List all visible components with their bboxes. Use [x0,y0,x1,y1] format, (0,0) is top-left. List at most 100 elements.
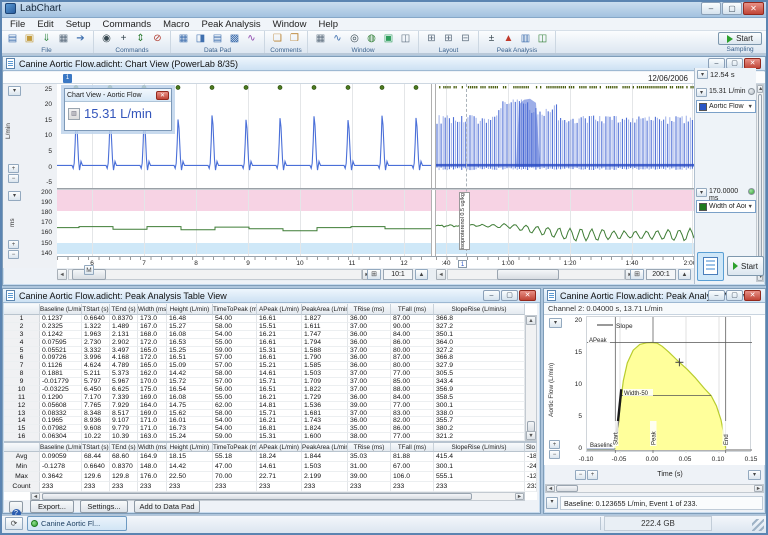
layout-two-pane-icon[interactable]: ⊞ [424,32,439,46]
peak-plot[interactable]: SlopeAPeakWidth-50BaselineStartPeakEnd [586,316,751,452]
peak-options-icon[interactable]: ± [484,32,499,46]
peak-horizontal-scrollbar[interactable]: ◄ ► [545,484,764,493]
start-button[interactable]: Start [727,256,764,276]
maximize-button[interactable]: ▢ [722,2,742,15]
column-header[interactable]: TRise (ms) [348,443,391,452]
peak-datapad-icon[interactable]: ◫ [535,32,550,46]
datapad-record-button[interactable] [697,252,724,281]
xy-view-icon[interactable]: ◍ [364,32,379,46]
chart-view-icon[interactable]: ∿ [330,32,345,46]
close-icon[interactable]: ✕ [519,290,536,301]
column-header[interactable]: Baseline (L/min) [40,304,82,315]
clear-icon[interactable]: ⊘ [150,32,165,46]
column-header[interactable]: TFall (ms) [391,443,434,452]
comment-marker[interactable]: 1 [63,74,72,83]
mark-icon[interactable]: ⇕ [133,32,148,46]
tooltip-mode-icon[interactable]: ▥ [68,108,80,120]
peak-view-icon[interactable]: ▲ [501,32,516,46]
table-row[interactable]: 60.097263.9964.168172.016.5157.0016.611.… [4,354,537,362]
column-header[interactable]: Width (ms) [138,304,167,315]
resize-grip[interactable] [752,519,764,531]
zoom-in-button[interactable]: + [8,240,19,249]
table-row[interactable]: 70.11264.6244.789165.015.0957.0015.211.5… [4,362,537,370]
datapad-row-icon[interactable]: ▤ [210,32,225,46]
column-header[interactable]: SlopeRise (L/min/s) [434,304,525,315]
table-row[interactable]: 9-0.017795.7975.967170.015.7257.0015.711… [4,378,537,386]
new-file-icon[interactable]: ▤ [5,32,20,46]
export-icon[interactable]: ➔ [73,32,88,46]
time-display-menu-button[interactable]: ▾ [697,70,708,79]
column-header[interactable]: PeakArea (L/min.s) [302,443,348,452]
document-tab-button[interactable]: Canine Aortic Fl... [27,516,127,531]
chart-window-titlebar[interactable]: Canine Aortic Flow.adicht: Chart View (P… [3,57,765,71]
table-row[interactable]: 150.079829.6089.779171.016.7354.0016.811… [4,425,537,433]
datapad-view-icon[interactable]: ▦ [176,32,191,46]
menu-edit[interactable]: Edit [31,18,59,31]
column-header[interactable]: TStart (s) [82,304,110,315]
maximize-button[interactable]: ▢ [501,290,518,301]
column-header[interactable]: TimeToPeak (ms) [213,304,257,315]
peak-table-icon[interactable]: ▥ [518,32,533,46]
peak-axis-menu-button[interactable]: ▾ [748,470,761,480]
minimize-button[interactable]: – [483,290,500,301]
menu-setup[interactable]: Setup [60,18,97,31]
menu-file[interactable]: File [4,18,31,31]
close-icon[interactable]: ✕ [156,91,169,100]
column-header[interactable]: Slo [525,443,537,452]
table-row[interactable]: 50.055213.3323.497165.015.2559.0015.311.… [4,347,537,355]
column-header[interactable]: Width (ms) [138,443,167,452]
print-icon[interactable]: ▦ [56,32,71,46]
comment-number-box[interactable]: 1 [458,260,467,268]
import-icon[interactable]: ⇓ [39,32,54,46]
channel2-selector[interactable]: Width of Aortic ... ▼ [696,200,756,213]
pan-left-button[interactable]: − [575,470,586,480]
compression-mode-button[interactable]: ⊞ [367,269,381,280]
minimize-button[interactable]: – [708,290,725,301]
add-comment-icon[interactable]: ❏ [270,32,285,46]
mini-chart-icon[interactable]: ∿ [244,32,259,46]
channel1-selector[interactable]: Aortic Flow ▼ [696,100,756,113]
event-menu-button[interactable]: ▾ [546,497,558,509]
scroll-thumb[interactable] [497,269,559,280]
compression-mode-button[interactable]: ⊞ [630,269,644,280]
menu-help[interactable]: Help [312,18,344,31]
table-row[interactable]: 30.12421.9632.131168.016.0854.0016.211.7… [4,331,537,339]
vertical-scrollbar[interactable]: ▲ ▼ [756,84,764,282]
column-header[interactable]: TRise (ms) [348,304,391,315]
minimize-button[interactable]: – [701,2,721,15]
close-button[interactable]: ✕ [743,2,764,15]
start-sampling-button[interactable]: Start [718,32,762,45]
table-row[interactable]: 120.056087.7657.929164.014.7562.0014.811… [4,402,537,410]
window-cycle-icon[interactable]: ⟳ [5,517,23,530]
zoom-in-button[interactable]: + [549,440,560,449]
column-header[interactable] [4,443,40,452]
select-icon[interactable]: + [116,32,131,46]
column-header[interactable]: SlopeRise (L/min/s) [434,443,525,452]
column-header[interactable]: TEnd (s) [110,443,138,452]
menu-commands[interactable]: Commands [97,18,158,31]
scroll-left-arrow[interactable]: ◄ [57,269,67,280]
menu-peak-analysis[interactable]: Peak Analysis [196,18,267,31]
layout-four-pane-icon[interactable]: ⊞ [441,32,456,46]
column-header[interactable]: TStart (s) [82,443,110,452]
channel1-menu-button[interactable]: ▾ [8,86,21,96]
channel2-menu-button[interactable]: ▾ [8,191,21,201]
column-header[interactable]: APeak (L/min) [257,304,302,315]
table-row[interactable]: 10-0.032256.4506.625175.016.5456.0016.51… [4,386,537,394]
datapad-options-icon[interactable]: ▩ [227,32,242,46]
maximize-button[interactable]: ▢ [726,290,743,301]
menu-window[interactable]: Window [267,18,313,31]
table-row[interactable]: 110.12907.1707.339169.016.0855.0016.211.… [4,394,537,402]
column-header[interactable]: Height (L/min) [167,443,213,452]
table-row[interactable]: 80.18815.2115.373162.014.4258.0014.611.5… [4,370,537,378]
table-row[interactable]: 10.12370.66400.8370173.016.4854.0016.611… [4,315,537,323]
column-header[interactable]: TFall (ms) [391,304,434,315]
zoom-window-icon[interactable]: ◎ [347,32,362,46]
settings-button[interactable]: Settings... [80,500,128,513]
image-view-icon[interactable]: ▣ [381,32,396,46]
table-row[interactable]: 130.083328.3488.517169.015.6258.0015.711… [4,410,537,418]
column-header[interactable]: Baseline (L/min) [40,443,82,452]
marker-icon[interactable]: M [84,265,94,275]
table-row[interactable]: 20.23251.3221.489167.015.2758.0015.511.6… [4,323,537,331]
help-button[interactable]: ? [9,501,23,513]
